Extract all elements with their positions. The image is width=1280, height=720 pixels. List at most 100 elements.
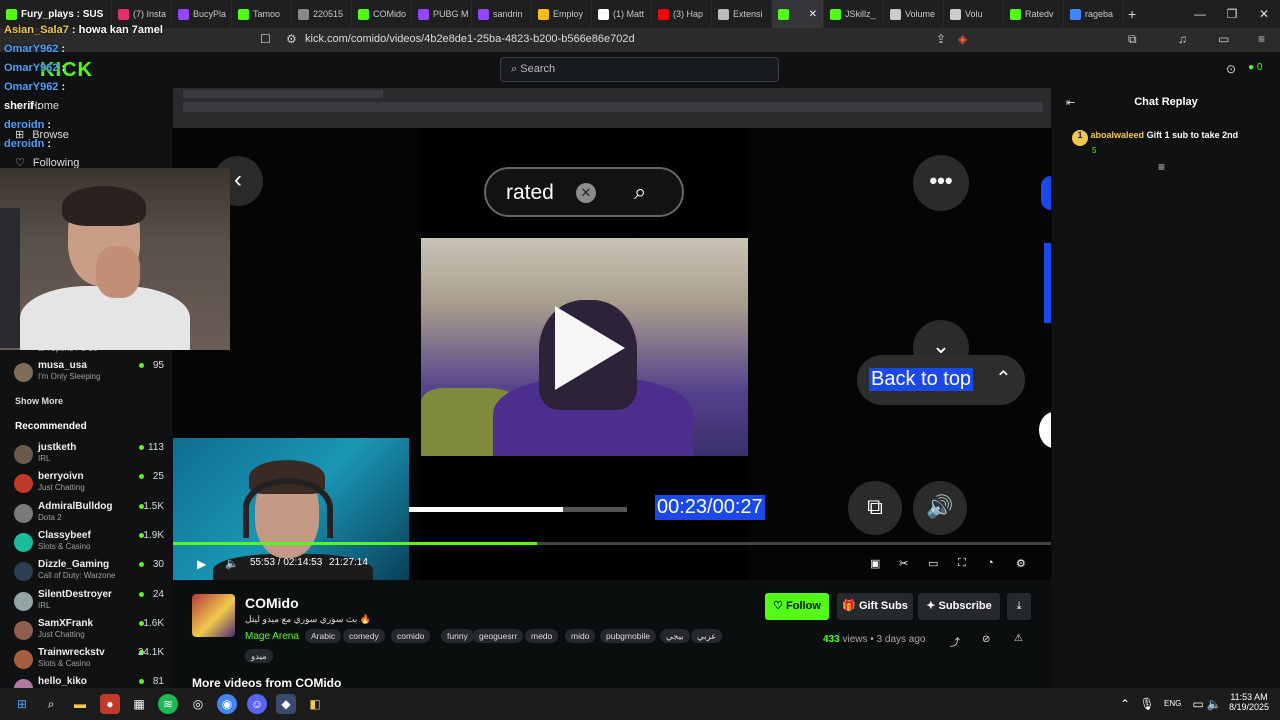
recommended-channel[interactable]: SamXFrank Just Chatting 1.6K: [14, 618, 164, 646]
channel-avatar[interactable]: [192, 594, 235, 637]
recommended-channel[interactable]: berryoivn Just Chatting 25: [14, 471, 164, 499]
close-window-button[interactable]: ✕: [1248, 7, 1280, 21]
seek-bar[interactable]: [173, 542, 1051, 545]
volume-icon[interactable]: 🔈: [1204, 694, 1224, 714]
extensions-icon[interactable]: ⧉: [1128, 32, 1137, 47]
browser-tab[interactable]: JSkillz_: [824, 0, 884, 28]
report-icon[interactable]: ⚠: [1014, 633, 1023, 644]
miniplayer-icon[interactable]: ▣: [870, 557, 880, 570]
browser-tab[interactable]: Extensi: [712, 0, 772, 28]
browser-tab[interactable]: Volu: [944, 0, 1004, 28]
new-tab-button[interactable]: +: [1128, 6, 1136, 22]
overlay-chat-line: Asian_Sala7 : howa kan 7amel: [4, 24, 163, 36]
tag-chip[interactable]: mido: [565, 629, 596, 643]
clip-icon[interactable]: ✂: [899, 557, 908, 570]
maximize-button[interactable]: ❐: [1216, 7, 1248, 21]
channel-name: SamXFrank: [38, 617, 94, 629]
settings-icon[interactable]: ⚙: [1016, 557, 1026, 570]
app2-icon[interactable]: ◧: [305, 694, 325, 714]
recommended-channel[interactable]: Trainwreckstv Slots & Casino 24.1K: [14, 647, 164, 675]
bookmark-icon[interactable]: ☐: [260, 32, 271, 46]
search-input[interactable]: ⌕ Search: [500, 57, 779, 82]
theater-icon[interactable]: ▭: [928, 557, 938, 570]
menu-icon[interactable]: ≡: [1258, 32, 1265, 46]
wallet-icon[interactable]: ▭: [1218, 32, 1229, 46]
fullscreen-icon[interactable]: ⛶: [958, 557, 966, 570]
tag-chip[interactable]: funny: [441, 629, 474, 643]
browser-icon[interactable]: ◆: [276, 694, 296, 714]
browser-tab[interactable]: (3) Hap: [652, 0, 712, 28]
brave-shield-icon[interactable]: ◈: [958, 32, 967, 46]
minimize-button[interactable]: —: [1184, 7, 1216, 21]
game-link[interactable]: Mage Arena: [245, 631, 299, 642]
recommended-channel[interactable]: AdmiralBulldog Dota 2 1.5K: [14, 501, 164, 529]
tag-chip[interactable]: ميدو: [245, 649, 273, 663]
steam-icon[interactable]: ◎: [188, 694, 208, 714]
tag-chip[interactable]: Arabic: [305, 629, 342, 643]
spotify-icon[interactable]: ≋: [158, 694, 178, 714]
taskbar-clock[interactable]: 11:53 AM 8/19/2025: [1224, 692, 1274, 712]
recommended-channel[interactable]: Dizzle_Gaming Call of Duty: Warzone 30: [14, 559, 164, 587]
url-input[interactable]: kick.com/comido/videos/4b2e8de1-25ba-482…: [305, 33, 635, 45]
tag-chip[interactable]: geoguesrr: [473, 629, 524, 643]
tag-chip[interactable]: comedy: [343, 629, 385, 643]
browser-tab[interactable]: (1) Matt: [592, 0, 652, 28]
browser-tab[interactable]: BucyPla: [172, 0, 232, 28]
share-icon[interactable]: ⤴: [950, 634, 960, 649]
hide-icon[interactable]: ⊘: [982, 634, 990, 645]
recommended-channel[interactable]: justketh IRL 113: [14, 442, 164, 470]
explorer-icon[interactable]: ▬: [70, 694, 90, 714]
search-icon[interactable]: ⌕: [41, 694, 61, 714]
store-icon[interactable]: ▦: [129, 694, 149, 714]
browser-tab[interactable]: Ratedv: [1004, 0, 1064, 28]
close-tab-icon[interactable]: ✕: [809, 9, 817, 20]
overlay-chat-line: deroidn :: [4, 138, 51, 150]
download-icon[interactable]: ⤓: [1007, 593, 1031, 620]
play-button[interactable]: ▶: [197, 557, 206, 571]
browser-tab[interactable]: 220515: [292, 0, 352, 28]
tag-chip[interactable]: comido: [391, 629, 431, 643]
channel-name[interactable]: COMido: [245, 595, 299, 611]
browser-tab[interactable]: Tamoo: [232, 0, 292, 28]
tab-label: Volume: [905, 9, 936, 19]
chat-message: 1 aboalwaleed Gift 1 sub to take 2nd 5: [1072, 130, 1276, 155]
tag-chip[interactable]: عربي: [691, 629, 723, 643]
language-indicator[interactable]: ENG: [1164, 699, 1181, 708]
tag-chip[interactable]: medo: [525, 629, 559, 643]
video-player[interactable]: ‹ rated ✕ ⌕ ••• ⌄ Back to top ⌃ 00:23/00…: [173, 88, 1051, 580]
volume-button[interactable]: 🔈: [225, 557, 239, 570]
browser-tab[interactable]: Volume: [884, 0, 944, 28]
notifications-icon[interactable]: ⊙: [1226, 62, 1236, 76]
media-icon[interactable]: ♫: [1178, 32, 1187, 46]
site-info-icon[interactable]: ⚙: [286, 32, 297, 46]
browser-tab[interactable]: ✕: [772, 0, 824, 28]
gift-subs-button[interactable]: 🎁 Gift Subs: [837, 593, 913, 620]
mic-icon[interactable]: 🎙: [1137, 694, 1157, 714]
kick-header: KICK ⌕ Search ⊙ ● 0: [0, 52, 1280, 88]
subscribe-button[interactable]: ✦ Subscribe: [918, 593, 1000, 620]
tab-favicon-icon: [418, 8, 429, 20]
chrome-icon[interactable]: ◉: [217, 694, 237, 714]
follow-button[interactable]: ♡ Follow: [765, 593, 829, 620]
chat-count-icon[interactable]: ● 0: [1248, 62, 1262, 73]
start-icon[interactable]: ⊞: [12, 694, 32, 714]
browser-tab[interactable]: rageba: [1064, 0, 1124, 28]
browser-tab[interactable]: PUBG M: [412, 0, 472, 28]
show-more-button[interactable]: Show More: [15, 396, 63, 406]
recommended-channel[interactable]: SilentDestroyer IRL 24: [14, 589, 164, 617]
chat-username[interactable]: aboalwaleed: [1091, 130, 1145, 140]
share-icon[interactable]: ⇪: [936, 32, 946, 46]
overlay-chat-user: OmarY962: [4, 81, 59, 93]
app-icon[interactable]: ●: [100, 694, 120, 714]
tag-chip[interactable]: pubgmobile: [600, 629, 656, 643]
recommended-channel[interactable]: Classybeef Slots & Casino 1.9K: [14, 530, 164, 558]
speed-icon[interactable]: ◔: [987, 557, 994, 569]
browser-tab[interactable]: Employ: [532, 0, 592, 28]
browser-tab[interactable]: sandrin: [472, 0, 532, 28]
tray-chevron-icon[interactable]: ⌃: [1115, 694, 1135, 714]
tag-chip[interactable]: بيجي: [660, 629, 690, 643]
discord-icon[interactable]: ☺: [247, 694, 267, 714]
filter-icon[interactable]: ≡: [1158, 160, 1165, 174]
following-channel[interactable]: musa_usa I'm Only Sleeping 95: [14, 360, 164, 388]
browser-tab[interactable]: COMido: [352, 0, 412, 28]
